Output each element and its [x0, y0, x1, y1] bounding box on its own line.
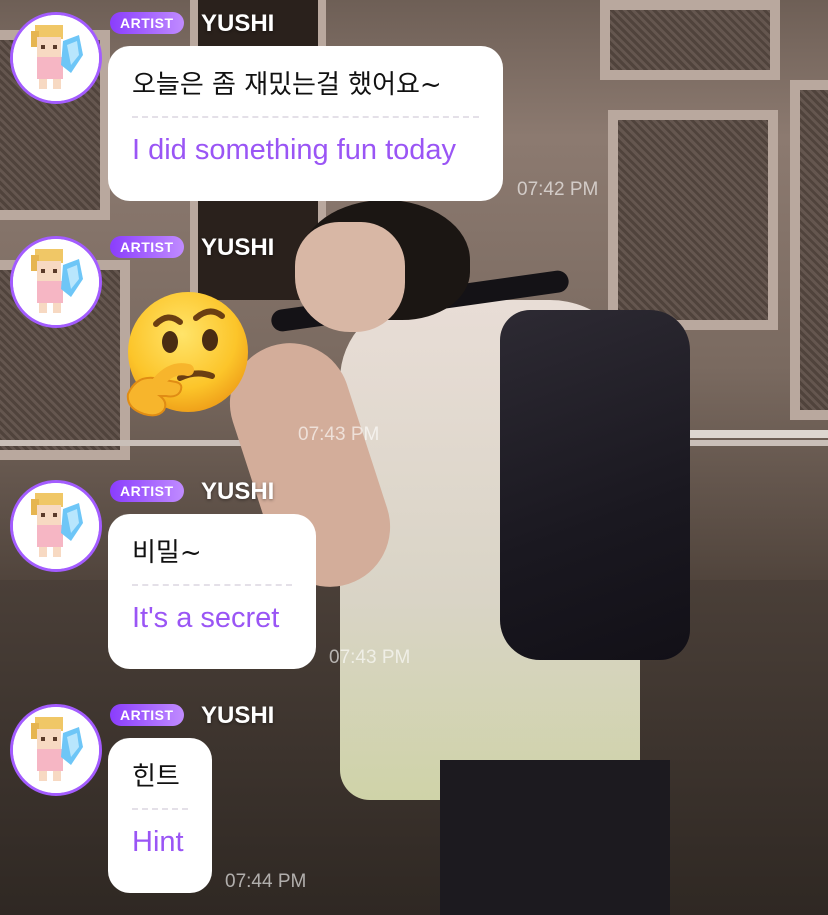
pixel-character-icon [13, 15, 99, 101]
avatar[interactable] [10, 12, 102, 104]
translated-text: It's a secret [132, 602, 280, 634]
thinking-face-icon[interactable] [118, 290, 252, 424]
pixel-character-icon [13, 239, 99, 325]
artist-badge: ARTIST [110, 480, 184, 502]
avatar[interactable] [10, 704, 102, 796]
message-timestamp: 07:43 PM [329, 647, 411, 668]
original-text: 오늘은 좀 재밌는걸 했어요~ [132, 70, 442, 100]
original-text: 힌트 [132, 762, 180, 792]
artist-badge: ARTIST [110, 12, 184, 34]
message-bubble[interactable]: 오늘은 좀 재밌는걸 했어요~ I did something fun toda… [108, 46, 503, 201]
message-bubble[interactable]: 힌트 Hint [108, 738, 212, 893]
message-timestamp: 07:42 PM [517, 179, 599, 200]
sender-name: YUSHI [201, 702, 275, 729]
message-timestamp: 07:44 PM [225, 871, 307, 892]
translated-text: I did something fun today [132, 134, 457, 166]
artist-badge: ARTIST [110, 236, 184, 258]
pixel-character-icon [13, 483, 99, 569]
message-bubble[interactable]: 비밀~ It's a secret [108, 514, 316, 669]
pixel-character-icon [13, 707, 99, 793]
translated-text: Hint [132, 826, 184, 858]
original-text: 비밀~ [132, 538, 202, 568]
message-timestamp: 07:43 PM [298, 424, 380, 445]
sender-name: YUSHI [201, 234, 275, 261]
sender-name: YUSHI [201, 478, 275, 505]
avatar[interactable] [10, 236, 102, 328]
artist-badge: ARTIST [110, 704, 184, 726]
avatar[interactable] [10, 480, 102, 572]
sender-name: YUSHI [201, 10, 275, 37]
